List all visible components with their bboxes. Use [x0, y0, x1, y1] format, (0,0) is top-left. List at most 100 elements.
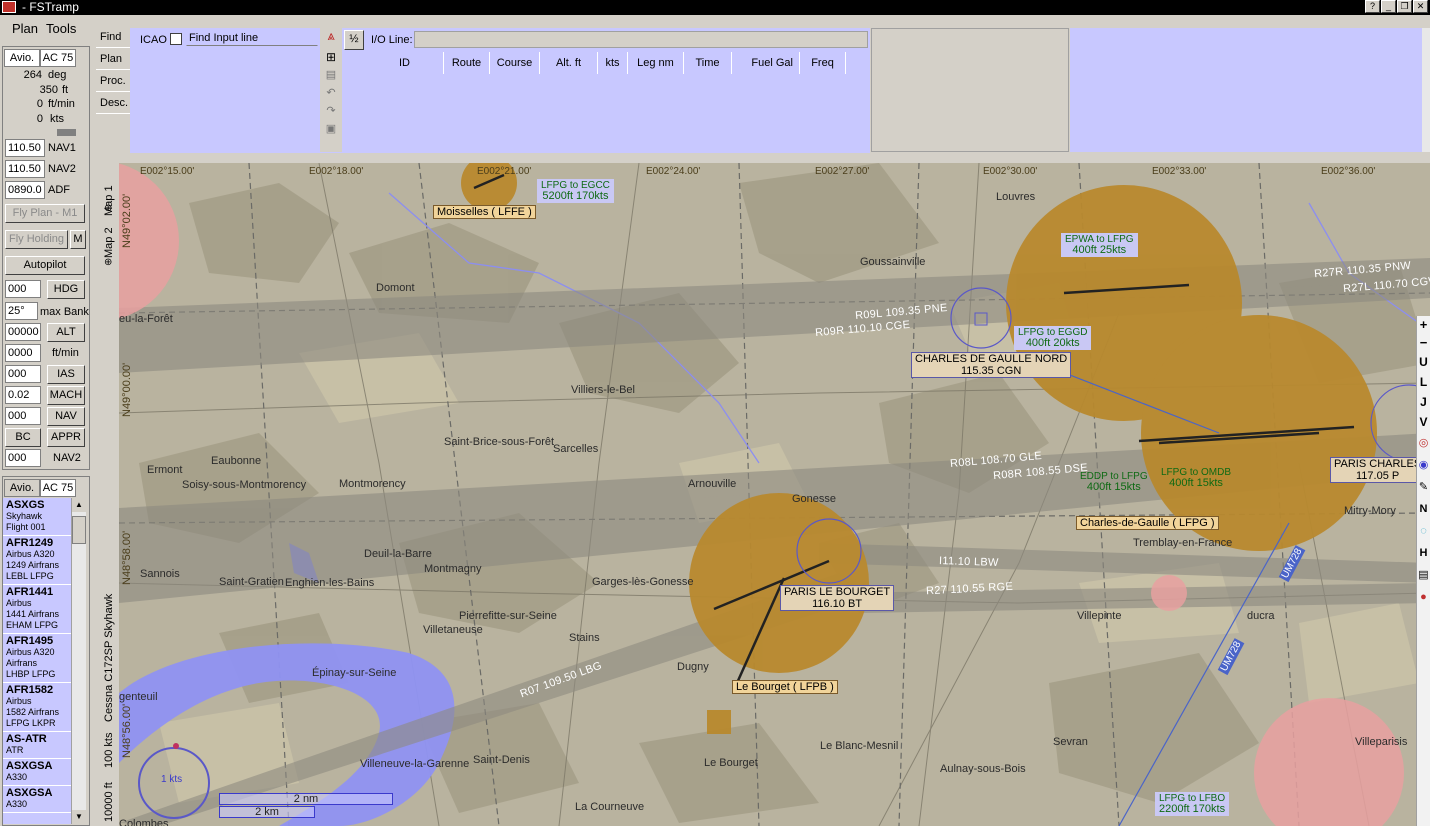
route-icon[interactable]: ⩓ [320, 28, 342, 50]
fly-holding-button[interactable]: Fly Holding [5, 230, 68, 249]
col-id[interactable]: ID [366, 52, 444, 74]
icao-checkbox[interactable] [170, 33, 182, 45]
add-icon[interactable]: ⊞ [320, 50, 342, 68]
vor-label[interactable]: PARIS CHARLES 117.05 P [1330, 457, 1426, 483]
minimize-icon[interactable]: _ [1381, 0, 1396, 13]
restore-icon[interactable]: ❐ [1397, 0, 1412, 13]
nav2-ap-value[interactable]: 000 [5, 449, 41, 467]
toolbar-h[interactable]: H [1417, 542, 1430, 564]
tab-find[interactable]: Find [96, 27, 130, 48]
layers-icon[interactable]: ▤ [1417, 564, 1430, 586]
flight-label[interactable]: LFPG to EGCC 5200ft 170kts [537, 179, 614, 203]
flight-label[interactable]: LFPG to EGGD 400ft 20kts [1014, 326, 1092, 350]
find-input[interactable]: Find Input line [186, 29, 318, 46]
col-route[interactable]: Route [444, 52, 490, 74]
alt-button[interactable]: ALT [47, 323, 85, 342]
ias-value[interactable]: 000 [5, 365, 41, 383]
toolbar-v[interactable]: V [1417, 412, 1430, 432]
aircraft-list-scrollbar[interactable]: ▲ ▼ [71, 498, 86, 824]
col-leg[interactable]: Leg nm [628, 52, 684, 74]
tab-ac-2[interactable]: AC 75 [40, 479, 76, 497]
col-time[interactable]: Time [684, 52, 732, 74]
vor-label[interactable]: PARIS LE BOURGET 116.10 BT [780, 585, 895, 611]
list-item[interactable]: AFR1249 Airbus A320 1249 Airfrans LEBL LFPG [3, 536, 71, 585]
nav1-label: NAV1 [48, 142, 76, 154]
toolbar-n[interactable]: N [1417, 498, 1430, 520]
bank-value[interactable]: 25° [5, 302, 38, 320]
aircraft-detail: Flight 001 [6, 522, 46, 532]
col-kts[interactable]: kts [598, 52, 628, 74]
mach-button[interactable]: MACH [47, 386, 85, 405]
hdg-value[interactable]: 000 [5, 280, 41, 298]
io-line-input[interactable] [414, 31, 868, 48]
mach-value[interactable]: 0.02 [5, 386, 41, 404]
map1-icon[interactable]: ⊕ [104, 203, 112, 214]
autopilot-button[interactable]: Autopilot [5, 256, 85, 275]
nav-value[interactable]: 000 [5, 407, 41, 425]
ias-button[interactable]: IAS [47, 365, 85, 384]
list-item[interactable]: ASXGS Skyhawk Flight 001 [3, 498, 71, 536]
target-icon[interactable]: ◎ [1417, 432, 1430, 454]
nav-button[interactable]: NAV [47, 407, 85, 426]
tab-plan[interactable]: Plan [96, 49, 130, 70]
half-button[interactable]: ½ [344, 30, 364, 50]
menu-plan[interactable]: Plan [12, 21, 38, 36]
tab-desc[interactable]: Desc. [96, 93, 130, 114]
vor-label[interactable]: CHARLES DE GAULLE NORD 115.35 CGN [911, 352, 1072, 378]
tab-avionics[interactable]: Avio. [4, 49, 40, 67]
nav2-freq[interactable]: 110.50 [5, 160, 45, 178]
help-icon[interactable]: ? [1365, 0, 1380, 13]
pin-icon[interactable]: ● [1417, 586, 1430, 608]
flight-label[interactable]: LFPG to LFBO 2200ft 170kts [1155, 792, 1230, 816]
vs-value[interactable]: 0000 [5, 344, 41, 362]
toolbar-l[interactable]: L [1417, 372, 1430, 392]
hdg-button[interactable]: HDG [47, 280, 85, 299]
map-view[interactable]: E002°15.00' E002°18.00' E002°21.00' E002… [119, 163, 1430, 826]
pencil-icon[interactable]: ✎ [1417, 476, 1430, 498]
alt-value[interactable]: 00000 [5, 323, 41, 341]
col-course[interactable]: Course [490, 52, 540, 74]
toolbar-u[interactable]: U [1417, 352, 1430, 372]
appr-button[interactable]: APPR [47, 428, 85, 447]
list-item[interactable]: AFR1441 Airbus 1441 Airfrans EHAM LFPG [3, 585, 71, 634]
list-item[interactable]: AFR1582 Airbus 1582 Airfrans LFPG LKPR [3, 683, 71, 732]
m-button[interactable]: M [70, 230, 86, 249]
tab-proc[interactable]: Proc. [96, 71, 130, 92]
col-alt[interactable]: Alt. ft [540, 52, 598, 74]
map2-icon[interactable]: ⊕ [104, 257, 112, 268]
menu-tools[interactable]: Tools [46, 21, 76, 36]
town-label: Villeparisis [1355, 736, 1408, 748]
radar-icon[interactable]: ◉ [1417, 454, 1430, 476]
toolbar-j[interactable]: J [1417, 392, 1430, 412]
list-item[interactable]: AS-ATR ATR [3, 732, 71, 759]
col-freq[interactable]: Freq [800, 52, 846, 74]
fly-plan-button[interactable]: Fly Plan - M1 [5, 204, 85, 223]
adf-freq[interactable]: 0890.0 [5, 181, 45, 199]
col-fuel[interactable]: Fuel Gal [732, 52, 800, 74]
nav1-freq[interactable]: 110.50 [5, 139, 45, 157]
zoom-out-icon[interactable]: − [1417, 334, 1430, 352]
town-label: Stains [569, 632, 600, 644]
aircraft-list[interactable]: ASXGS Skyhawk Flight 001 AFR1249 Airbus A320… [3, 498, 71, 824]
tab-ac[interactable]: AC 75 [40, 49, 76, 67]
list-icon[interactable]: ▤ [320, 68, 342, 86]
flight-label[interactable]: LFPG to OMDB 400ft 15kts [1157, 466, 1235, 490]
list-item[interactable]: ASXGSA A330 [3, 786, 71, 813]
close-icon[interactable]: ✕ [1413, 0, 1428, 13]
flight-label[interactable]: EPWA to LFPG 400ft 25kts [1061, 233, 1138, 257]
aircraft-callsign: ASXGSA [6, 787, 53, 799]
airport-label[interactable]: Moisselles ( LFFE ) [433, 205, 536, 219]
bc-button[interactable]: BC [5, 428, 41, 447]
zoom-in-icon[interactable]: + [1417, 316, 1430, 334]
list-item[interactable]: ASXGSA A330 [3, 759, 71, 786]
tab-avionics-2[interactable]: Avio. [4, 479, 40, 497]
tab-map2[interactable]: Map 2 [103, 227, 115, 258]
list-item[interactable]: AFR1495 Airbus A320 Airfrans LHBP LFPG [3, 634, 71, 683]
save-icon[interactable]: ▣ [320, 122, 342, 140]
airport-label[interactable]: Charles-de-Gaulle ( LFPG ) [1076, 516, 1219, 530]
undo-icon[interactable]: ↶ [320, 86, 342, 104]
redo-icon[interactable]: ↷ [320, 104, 342, 122]
airport-label[interactable]: Le Bourget ( LFPB ) [732, 680, 838, 694]
globe-icon[interactable]: ◌ [1417, 520, 1430, 542]
top-scrollbar[interactable] [1422, 28, 1430, 152]
